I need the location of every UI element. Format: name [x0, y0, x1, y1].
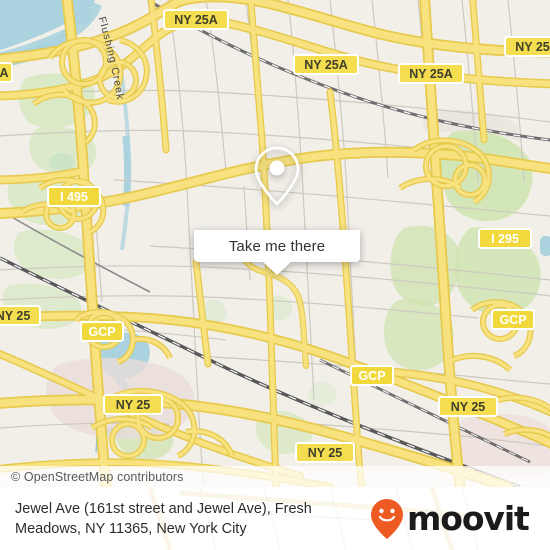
page-footer: Jewel Ave (161st street and Jewel Ave), …	[0, 487, 550, 550]
svg-text:NY 25A: NY 25A	[304, 58, 348, 72]
shield-i-295: I 295	[478, 228, 532, 249]
map-popup-card[interactable]: Take me there	[194, 122, 360, 275]
svg-text:A: A	[0, 66, 9, 80]
popup-header	[194, 122, 360, 230]
svg-text:GCP: GCP	[88, 325, 115, 339]
moovit-wordmark: moovit	[407, 499, 530, 538]
shield-ny-25-2: NY 25	[103, 394, 163, 415]
popup-tail	[263, 262, 291, 275]
popup-footer[interactable]: Take me there	[194, 230, 360, 275]
shield-ny-25a-4: NY 25A	[504, 36, 550, 57]
svg-text:NY 25A: NY 25A	[515, 40, 550, 54]
shield-gcp-2: GCP	[491, 309, 535, 330]
shield-gcp-3: GCP	[350, 365, 394, 386]
take-me-there-label: Take me there	[228, 237, 326, 255]
moovit-smiley-pin-icon	[371, 498, 403, 539]
svg-text:NY 25: NY 25	[116, 398, 151, 412]
shield-ny-25a-3: NY 25A	[398, 63, 464, 84]
shield-ny-25-3: NY 25	[438, 396, 498, 417]
map-attribution: © OpenStreetMap contributors	[0, 466, 550, 487]
moovit-logo[interactable]: moovit	[370, 498, 530, 540]
shield-ny-25a-2: NY 25A	[293, 54, 359, 75]
svg-text:NY 25: NY 25	[451, 400, 486, 414]
svg-text:NY 25A: NY 25A	[174, 13, 218, 27]
address-line-1: Jewel Ave (161st street and Jewel Ave), …	[15, 500, 312, 517]
location-pin-icon	[254, 146, 300, 206]
shield-edge-a: A	[0, 62, 13, 83]
svg-text:GCP: GCP	[358, 369, 385, 383]
svg-text:NY 25: NY 25	[0, 309, 30, 323]
shield-ny-25-4: NY 25	[295, 442, 355, 463]
attribution-text: © OpenStreetMap contributors	[11, 469, 184, 484]
location-address: Jewel Ave (161st street and Jewel Ave), …	[0, 499, 370, 539]
shield-ny-25a-1: NY 25A	[163, 9, 229, 30]
svg-text:I 295: I 295	[491, 232, 519, 246]
map-screenshot: Flushing Creek NY 25A NY 25A NY 25A NY 2…	[0, 0, 550, 550]
svg-text:I 495: I 495	[60, 190, 88, 204]
address-line-2: Meadows, NY 11365, New York City	[15, 520, 247, 537]
shield-i-495: I 495	[47, 186, 101, 207]
svg-text:NY 25A: NY 25A	[409, 67, 453, 81]
shield-gcp-1: GCP	[80, 321, 124, 342]
svg-text:NY 25: NY 25	[308, 446, 343, 460]
svg-text:GCP: GCP	[499, 313, 526, 327]
shield-ny-25-left: NY 25	[0, 305, 41, 326]
